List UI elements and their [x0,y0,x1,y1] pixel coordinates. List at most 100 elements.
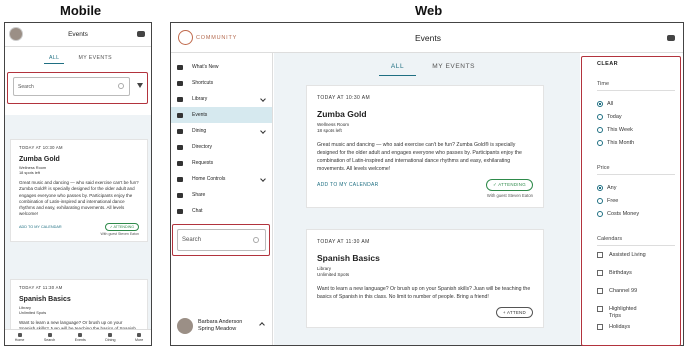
chevron-up-icon[interactable] [259,322,265,328]
web-label: Web [415,3,443,18]
nav-more[interactable]: More [135,333,143,342]
sidebar: What's New Shortcuts Library Events Dini… [171,53,273,345]
event-description: Great music and dancing — who said exerc… [317,142,522,172]
nav-label: Home [14,338,25,342]
contacts-icon [177,144,183,150]
event-time: TODAY AT 11:30 AM [317,239,370,245]
sidebar-item-directory[interactable]: Directory [171,139,272,155]
sidebar-item-label: Home Controls [192,176,226,182]
home-icon [177,64,183,70]
nav-label: Search [43,338,56,342]
mobile-header: Events [5,23,151,47]
share-icon [177,192,183,198]
highlight-box [581,56,681,346]
logo-text: COMMUNITY [196,34,238,41]
sidebar-item-label: What's New [192,64,219,70]
sidebar-item-label: Share [192,192,206,198]
link-icon [177,80,183,86]
chat-icon[interactable] [137,31,145,37]
nav-label: Events [74,338,86,342]
events-main: ALL MY EVENTS TODAY AT 10:30 AM Zumba Go… [274,53,580,345]
tab-bar: ALL MY EVENTS [5,55,151,64]
user-name: Barbara Anderson [198,319,243,325]
bottom-nav: Home Search Events Dining More [5,329,151,345]
highlight-box [172,224,270,256]
event-list: TODAY AT 10:30 AM Zumba Gold Wellness Ro… [5,115,151,339]
nav-search[interactable]: Search [44,333,55,342]
guest-note: With guest Steven Eaton [486,193,533,198]
sidebar-item-label: Requests [192,160,214,166]
home-icon [17,333,22,337]
nav-home[interactable]: Home [14,333,25,342]
calendar-icon [177,112,183,118]
attend-button[interactable]: + ATTEND [495,307,533,318]
user-profile[interactable]: Barbara Anderson Spring Meadow [171,313,273,339]
nav-label: Dining [105,338,116,342]
event-description: Great music and dancing — who said exerc… [19,180,139,217]
avatar [177,318,193,334]
sidebar-item-label: Library [192,96,208,102]
fork-knife-icon [108,333,113,337]
calendar-icon [78,333,83,337]
chevron-down-icon [260,96,266,102]
sidebar-item-label: Events [192,112,208,118]
tab-my-events[interactable]: MY EVENTS [432,63,475,76]
event-card[interactable]: TODAY AT 10:30 AM Zumba Gold Wellness Ro… [306,85,544,208]
event-time: TODAY AT 10:30 AM [317,95,371,101]
chevron-down-icon [260,128,266,134]
highlight-box [7,72,148,104]
sidebar-item-share[interactable]: Share [171,187,272,203]
event-spots: Unlimited Spots [317,272,350,277]
event-time: TODAY AT 11:30 AM [19,285,63,290]
lightbulb-icon [177,176,183,182]
event-card[interactable]: TODAY AT 10:30 AM Zumba Gold Wellness Ro… [10,139,148,242]
event-spots: 18 spots left [19,170,40,175]
nav-events[interactable]: Events [75,333,86,342]
tab-bar: ALL MY EVENTS [274,63,580,76]
event-title: Zumba Gold [19,156,60,163]
attending-button[interactable]: ✓ ATTENDING [104,222,139,231]
nav-dining[interactable]: Dining [105,333,115,342]
sidebar-item-library[interactable]: Library [171,91,272,107]
web-header: COMMUNITY Events [171,23,683,53]
attending-button[interactable]: ✓ ATTENDING [486,179,533,191]
event-title: Zumba Gold [317,109,367,119]
book-icon [177,96,183,102]
sidebar-item-label: Directory [192,144,213,150]
sidebar-item-label: Dining [192,128,207,134]
page-title: Events [415,32,441,43]
search-icon [47,333,52,337]
sidebar-item-home-controls[interactable]: Home Controls [171,171,272,187]
event-card[interactable]: TODAY AT 11:30 AM Spanish Basics Library… [306,229,544,328]
sidebar-item-requests[interactable]: Requests [171,155,272,171]
user-community: Spring Meadow [198,326,237,332]
event-spots: Unlimited Spots [19,310,47,315]
event-description: Want to learn a new language? Or brush u… [317,286,531,300]
add-to-calendar-button[interactable]: ADD TO MY CALENDAR [317,182,379,188]
fork-knife-icon [177,128,183,134]
clipboard-icon [177,160,183,166]
tab-my-events[interactable]: MY EVENTS [78,55,111,64]
event-title: Spanish Basics [317,253,380,263]
avatar[interactable] [9,27,23,41]
sidebar-item-whats-new[interactable]: What's New [171,59,272,75]
tab-all[interactable]: ALL [378,63,417,76]
add-to-calendar-button[interactable]: ADD TO MY CALENDAR [19,225,62,229]
chat-icon[interactable] [667,35,675,41]
sidebar-item-dining[interactable]: Dining [171,123,272,139]
more-icon [137,333,142,337]
event-title: Spanish Basics [19,296,71,303]
chevron-down-icon [260,176,266,182]
event-spots: 18 spots left [317,128,342,133]
sidebar-item-events[interactable]: Events [171,107,272,123]
sidebar-item-shortcuts[interactable]: Shortcuts [171,75,272,91]
community-logo: COMMUNITY [178,30,237,45]
mobile-screen: Events ALL MY EVENTS Search TODAY AT 10:… [4,22,152,346]
tab-all[interactable]: ALL [44,55,65,64]
mobile-label: Mobile [60,3,102,18]
sidebar-item-label: Shortcuts [192,80,214,86]
page-title: Events [68,31,88,38]
sidebar-item-chat[interactable]: Chat [171,203,272,219]
guest-note: With guest Steven Eaton [100,231,139,236]
event-time: TODAY AT 10:30 AM [19,145,63,150]
